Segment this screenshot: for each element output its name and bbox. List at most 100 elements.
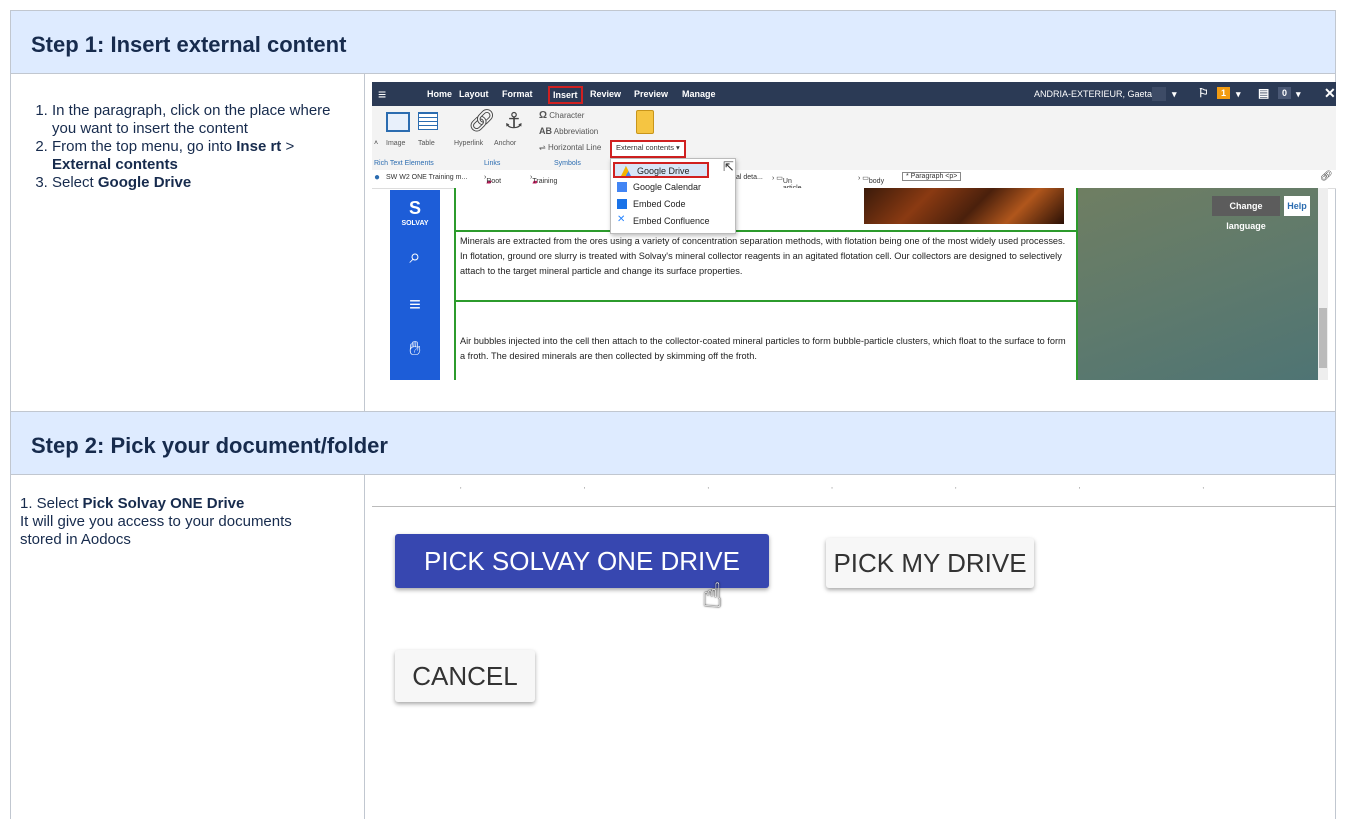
breadcrumb-item-3[interactable]: › ▰ Training <box>530 174 557 186</box>
picker-screenshot: ' ' ' ' ' ' ' ' PICK SOLVAY ONE DRIVE ☝︎… <box>372 480 1336 819</box>
link-icon[interactable]: 🔗︎ <box>1320 171 1333 182</box>
ribbon-abbreviation[interactable]: AB Abbreviation <box>539 126 598 136</box>
calendar-icon <box>617 182 627 192</box>
image-icon[interactable] <box>386 112 410 132</box>
chevron-down-icon[interactable]: ▾ <box>1236 89 1241 100</box>
group-symbols: Symbols <box>554 160 581 167</box>
breadcrumb-item-7[interactable]: * Paragraph <p> <box>902 172 962 181</box>
breadcrumb-item-2-label: Root <box>486 178 502 185</box>
step2-instructions: 1. Select Pick Solvay ONE Drive It will … <box>10 475 365 819</box>
ribbon-horizontal-line[interactable]: ⇌ Horizontal Line <box>539 143 601 152</box>
task-icon[interactable]: ▤ <box>1258 86 1269 100</box>
clipboard-icon[interactable] <box>636 110 654 134</box>
dropdown-embed-confluence[interactable]: ✕ Embed Confluence <box>611 213 735 229</box>
menu-review[interactable]: Review <box>590 89 621 99</box>
editor-screenshot: ≡ Home Layout Format Insert Review Previ… <box>372 82 1336 404</box>
table-icon[interactable] <box>418 112 438 130</box>
solvay-logo: S <box>408 198 421 218</box>
pick-my-drive-button[interactable]: PICK MY DRIVE <box>826 538 1034 588</box>
dropdown-google-drive-label: Google Drive <box>637 166 690 176</box>
flag-icon[interactable]: ⚐ <box>1198 86 1209 100</box>
solvay-brand: SOLVAY <box>401 220 429 227</box>
expand-icon[interactable]: ˄ <box>374 140 378 147</box>
task-count: 0 <box>1278 87 1292 99</box>
step1-item-3-prefix: Select <box>52 174 98 191</box>
menu-format[interactable]: Format <box>502 89 533 99</box>
breadcrumb-item-2[interactable]: › ▰ Root <box>484 174 501 186</box>
ribbon-abbreviation-label: Abbreviation <box>553 127 599 136</box>
menu-layout[interactable]: Layout <box>459 89 489 99</box>
ribbon-image[interactable]: Image <box>386 140 405 147</box>
ribbon-table[interactable]: Table <box>418 140 435 147</box>
chevron-down-icon[interactable]: ▾ <box>1296 89 1301 100</box>
hand-icon[interactable]: ✋︎ <box>390 338 440 361</box>
paragraph-2[interactable]: Air bubbles injected into the cell then … <box>460 334 1070 364</box>
breadcrumb-item-6[interactable]: › ▭ body <box>858 174 884 185</box>
ribbon-character-label: Character <box>549 111 585 120</box>
ribbon-anchor[interactable]: Anchor <box>494 140 516 147</box>
group-rich-text: Rich Text Elements <box>374 160 434 167</box>
breadcrumb-item-5[interactable]: › ▭ Un article de for <box>772 174 802 199</box>
hyperlink-icon[interactable]: 🔗︎ <box>468 108 496 134</box>
content-divider <box>456 230 1076 232</box>
dropdown-google-drive[interactable]: Google Drive <box>613 162 709 178</box>
step1-item-2-external: External contents <box>52 156 178 173</box>
scrollbar-thumb[interactable] <box>1319 308 1327 368</box>
step1-header: Step 1: Insert external content <box>10 10 1336 74</box>
step2-instruction-bold: Pick Solvay ONE Drive <box>82 495 245 512</box>
editor-content[interactable]: Minerals are extracted from the ores usi… <box>454 188 1078 380</box>
dropdown-embed-code[interactable]: Embed Code <box>611 196 735 212</box>
anchor-icon[interactable]: ⚓︎ <box>504 108 524 134</box>
help-button[interactable]: Help <box>1284 196 1310 216</box>
user-swatch <box>1152 87 1166 101</box>
search-icon[interactable]: ⌕ <box>390 246 440 269</box>
step1-item-1: In the paragraph, click on the place whe… <box>52 102 352 138</box>
breadcrumb-item-3-label: Training <box>532 178 558 185</box>
step1-item-3: Select Google Drive <box>52 174 352 192</box>
step2-instruction-prefix: 1. Select <box>20 495 83 512</box>
step1-item-2-prefix: From the top menu, go into <box>52 138 237 155</box>
menu-insert[interactable]: Insert <box>548 86 583 104</box>
scrollbar[interactable] <box>1318 188 1328 380</box>
content-divider <box>456 300 1076 302</box>
menu-home[interactable]: Home <box>427 89 452 99</box>
menu-icon[interactable]: ≡ <box>390 294 440 317</box>
menu-preview[interactable]: Preview <box>634 89 668 99</box>
cancel-button[interactable]: CANCEL <box>395 650 535 702</box>
close-icon[interactable]: ✕ <box>1324 85 1336 102</box>
hamburger-icon[interactable]: ≡ <box>378 86 386 102</box>
confluence-icon: ✕ <box>617 214 626 225</box>
group-links: Links <box>484 160 501 167</box>
ribbon-hyperlink[interactable]: Hyperlink <box>454 140 483 147</box>
step1-item-2-insert: Inse rt <box>236 138 282 155</box>
picker-divider <box>372 506 1336 507</box>
step2-instruction-line2: It will give you access to your document… <box>20 513 292 548</box>
external-contents-dropdown: Google Drive Google Calendar Embed Code … <box>610 158 736 234</box>
preview-panel: Change language Help <box>1078 188 1328 380</box>
user-name[interactable]: ANDRIA-EXTERIEUR, Gaetan <box>1034 89 1157 99</box>
ribbon-horizontal-line-label: Horizontal Line <box>547 143 602 152</box>
breadcrumb-item-4[interactable]: al deta... <box>736 174 763 181</box>
mineral-image <box>864 188 1064 224</box>
breadcrumb-item-1[interactable]: SW W2 ONE Training m... <box>386 174 467 181</box>
ribbon-character[interactable]: Ω Character <box>539 110 584 121</box>
dropdown-embed-confluence-label: Embed Confluence <box>633 216 710 226</box>
menu-manage[interactable]: Manage <box>682 89 716 99</box>
chevron-down-icon[interactable]: ▾ <box>1172 89 1177 100</box>
code-icon <box>617 199 627 209</box>
hand-pointer-icon: ☝︎ <box>702 577 723 615</box>
dropdown-embed-code-label: Embed Code <box>633 199 686 209</box>
step2-title: Step 2: Pick your document/folder <box>31 433 388 458</box>
globe-icon: ● <box>374 172 381 183</box>
breadcrumb: ● SW W2 ONE Training m... › ▰ Root › ▰ T… <box>372 170 1336 199</box>
editor-topbar: ≡ Home Layout Format Insert Review Previ… <box>372 82 1336 106</box>
external-contents-button[interactable]: External contents ▾ <box>610 140 686 158</box>
flag-count: 1 <box>1217 87 1231 99</box>
step1-instructions: In the paragraph, click on the place whe… <box>10 74 365 411</box>
change-language-button[interactable]: Change language <box>1212 196 1280 231</box>
dropdown-google-calendar[interactable]: Google Calendar <box>611 179 735 195</box>
step1-item-2: From the top menu, go into Inse rt > Ext… <box>52 138 352 174</box>
editor-ribbon: ˄ Image Table 🔗︎ ⚓︎ Hyperlink Anchor Ω C… <box>372 106 1336 171</box>
step1-list: In the paragraph, click on the place whe… <box>10 102 352 192</box>
paragraph-1[interactable]: Minerals are extracted from the ores usi… <box>460 234 1070 279</box>
